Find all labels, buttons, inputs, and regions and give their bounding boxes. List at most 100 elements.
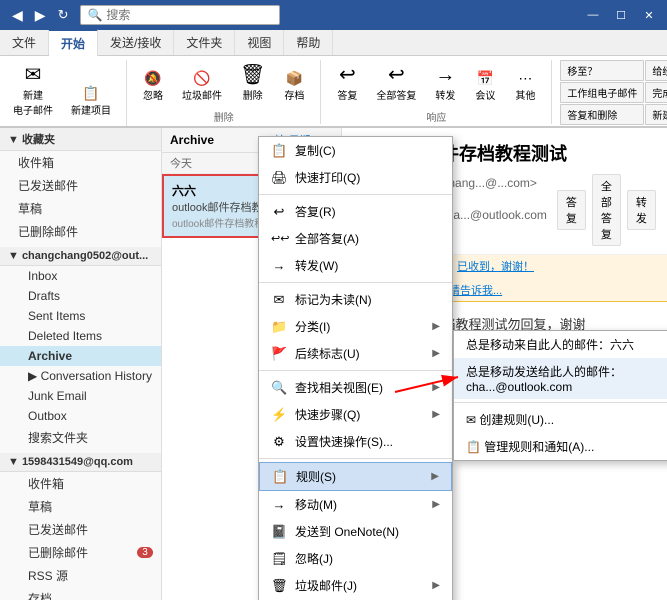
info-bar-link-1[interactable]: 已收到，谢谢！: [457, 258, 534, 274]
new-item-btn[interactable]: 📋 新建项目: [64, 81, 118, 122]
meeting-btn[interactable]: 📅 会议: [467, 66, 503, 107]
tab-home[interactable]: 开始: [49, 29, 98, 56]
ctx-junk-label: 垃圾邮件(J): [295, 577, 424, 594]
reply-all-btn[interactable]: ↩ 全部答复: [369, 60, 423, 107]
forward-btn[interactable]: → 转发: [427, 60, 463, 107]
rules-submenu-item-2[interactable]: 总是移动发送给此人的邮件：cha...@outlook.com: [454, 358, 667, 399]
sidebar-item-inbox-fav[interactable]: 收件箱: [0, 151, 161, 174]
ctx-follow-up-label: 后续标志(U): [295, 345, 424, 362]
ignore-icon: 🔕: [144, 71, 161, 85]
more-respond-btn[interactable]: ⋯ 其他: [507, 66, 543, 107]
ribbon-group-quicksteps: 移至？ 给经理 工作组电子邮件 完成 答复和删除 新建 快捷步骤: [560, 60, 667, 128]
ctx-ignore[interactable]: 🗒 忽略(J): [259, 545, 452, 572]
quick-step-1[interactable]: 移至？: [560, 60, 644, 81]
back-btn[interactable]: ◀: [8, 5, 27, 26]
refresh-btn[interactable]: ↻: [54, 5, 73, 25]
sidebar-item-search-folders[interactable]: 搜索文件夹: [0, 426, 161, 449]
changchang-header[interactable]: ▼ changchang0502@out...: [0, 247, 161, 266]
ctx-rules[interactable]: 📋 规则(S) ▶: [259, 462, 452, 491]
reply-action-btn[interactable]: 答复: [557, 190, 586, 230]
ctx-follow-up[interactable]: 🚩 后续标志(U) ▶: [259, 340, 452, 367]
ctx-set-quick-action[interactable]: ⚙ 设置快速操作(S)...: [259, 428, 452, 455]
forward-btn[interactable]: ▶: [31, 5, 50, 26]
more-respond-label: 其他: [515, 87, 535, 102]
quick-step-6[interactable]: 新建: [645, 104, 667, 125]
ribbon: ✉ 新建电子邮件 📋 新建项目 新建 🔕 忽略 🚫 垃圾邮件 🗑 删除: [0, 56, 667, 128]
tab-file[interactable]: 文件: [0, 30, 49, 55]
sidebar-item-drafts[interactable]: Drafts: [0, 286, 161, 306]
tab-view[interactable]: 视图: [235, 30, 284, 55]
new-email-label: 新建电子邮件: [13, 87, 53, 117]
sidebar-item-deleted-qq[interactable]: 已删除邮件3: [0, 541, 161, 564]
ctx-reply[interactable]: ↩ 答复(R): [259, 198, 452, 225]
ctx-categorize[interactable]: 📁 分类(I) ▶: [259, 313, 452, 340]
tab-help[interactable]: 帮助: [284, 30, 333, 55]
rules-submenu-item-1[interactable]: 总是移动来自此人的邮件：六六: [454, 331, 667, 358]
minimize-btn[interactable]: —: [583, 5, 603, 25]
sidebar-item-junk[interactable]: Junk Email: [0, 386, 161, 406]
quick-step-3[interactable]: 工作组电子邮件: [560, 82, 644, 103]
ctx-set-quick-action-label: 设置快速操作(S)...: [295, 433, 440, 450]
junk-btn[interactable]: 🚫 垃圾邮件: [175, 66, 229, 107]
sidebar-item-sent-fav[interactable]: 已发送邮件: [0, 174, 161, 197]
ctx-quickprint[interactable]: 🖨 快速打印(Q): [259, 164, 452, 191]
reply-icon: ↩: [339, 65, 356, 85]
quick-step-2[interactable]: 给经理: [645, 60, 667, 81]
rules-submenu-manage[interactable]: 📋 管理规则和通知(A)...: [454, 433, 667, 460]
ctx-mark-unread[interactable]: ✉ 标记为未读(N): [259, 286, 452, 313]
ctx-junk[interactable]: 🗑 垃圾邮件(J) ▶: [259, 572, 452, 599]
ctx-quick-steps-label: 快速步骤(Q): [295, 406, 424, 423]
rules-submenu-create[interactable]: ✉ 创建规则(U)...: [454, 406, 667, 433]
favorites-header[interactable]: ▼ 收藏夹: [0, 128, 161, 151]
new-item-icon: 📋: [82, 86, 99, 100]
sidebar-item-conversation-history[interactable]: ▶ Conversation History: [0, 366, 161, 386]
ctx-quick-steps[interactable]: ⚡ 快速步骤(Q) ▶: [259, 401, 452, 428]
reply-btn[interactable]: ↩ 答复: [329, 60, 365, 107]
ctx-copy[interactable]: 📋 复制(C): [259, 137, 452, 164]
categorize-icon: 📁: [271, 319, 287, 335]
ribbon-group-delete: 🔕 忽略 🚫 垃圾邮件 🗑 删除 📦 存档 删除: [135, 60, 321, 124]
ctx-reply-all[interactable]: ↩↩ 全部答复(A): [259, 225, 452, 252]
qq-header[interactable]: ▼ 1598431549@qq.com: [0, 453, 161, 472]
reading-actions: 答复 全部答复 转发: [557, 174, 656, 246]
sidebar-item-sent-items[interactable]: Sent Items: [0, 306, 161, 326]
quick-step-5[interactable]: 答复和删除: [560, 104, 644, 125]
close-btn[interactable]: ✕: [639, 5, 659, 25]
ribbon-delete-label: 删除: [214, 109, 234, 124]
delete-btn[interactable]: 🗑 删除: [233, 60, 272, 107]
sidebar-item-archive-qq[interactable]: 存档: [0, 587, 161, 600]
onenote-ctx-icon: 📓: [271, 524, 287, 540]
quick-steps-grid: 移至？ 给经理 工作组电子邮件 完成 答复和删除 新建: [560, 60, 667, 125]
ctx-move[interactable]: → 移动(M) ▶: [259, 491, 452, 518]
ctx-onenote[interactable]: 📓 发送到 OneNote(N): [259, 518, 452, 545]
sidebar-item-drafts-qq[interactable]: 草稿: [0, 495, 161, 518]
junk-ctx-icon: 🗑: [271, 578, 287, 594]
sidebar-item-rss-qq[interactable]: RSS 源: [0, 564, 161, 587]
sidebar-item-deleted-items[interactable]: Deleted Items: [0, 326, 161, 346]
ignore-btn[interactable]: 🔕 忽略: [135, 66, 171, 107]
sidebar-item-sent-qq[interactable]: 已发送邮件: [0, 518, 161, 541]
sidebar-item-inbox-qq[interactable]: 收件箱: [0, 472, 161, 495]
reply-all-action-btn[interactable]: 全部答复: [592, 174, 621, 246]
sidebar-item-inbox[interactable]: Inbox: [0, 266, 161, 286]
tab-send-receive[interactable]: 发送/接收: [98, 30, 174, 55]
sidebar-item-drafts-fav[interactable]: 草稿: [0, 197, 161, 220]
search-bar[interactable]: 🔍: [80, 5, 280, 25]
quick-steps-ctx-icon: ⚡: [271, 407, 287, 423]
delete-icon: 🗑: [240, 65, 265, 85]
maximize-btn[interactable]: ☐: [611, 5, 631, 25]
rules-submenu: 总是移动来自此人的邮件：六六 总是移动发送给此人的邮件：cha...@outlo…: [453, 330, 667, 461]
forward-action-btn[interactable]: 转发: [627, 190, 656, 230]
search-input[interactable]: [106, 8, 273, 22]
ctx-find-related[interactable]: 🔍 查找相关视图(E) ▶: [259, 374, 452, 401]
sidebar-item-outbox[interactable]: Outbox: [0, 406, 161, 426]
ctx-forward[interactable]: → 转发(W): [259, 252, 452, 279]
quick-step-4[interactable]: 完成: [645, 82, 667, 103]
sidebar-item-deleted-fav[interactable]: 已删除邮件: [0, 220, 161, 243]
sidebar-section-changchang: ▼ changchang0502@out... Inbox Drafts Sen…: [0, 247, 161, 449]
sidebar-item-archive[interactable]: Archive: [0, 346, 161, 366]
ctx-reply-label: 答复(R): [295, 203, 440, 220]
tab-folder[interactable]: 文件夹: [174, 30, 235, 55]
archive-ribbon-btn[interactable]: 📦 存档: [276, 66, 312, 107]
new-email-btn[interactable]: ✉ 新建电子邮件: [6, 60, 60, 122]
